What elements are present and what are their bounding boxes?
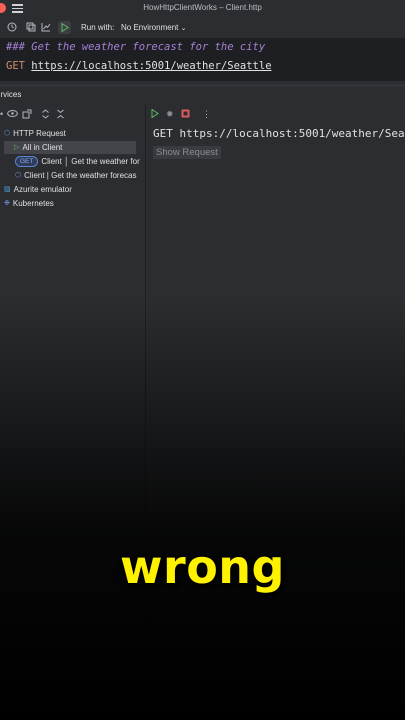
tree-item-label: All in Client [22, 143, 63, 152]
environment-select[interactable]: No Environment ⌄ [121, 23, 186, 32]
copy-icon[interactable] [25, 22, 36, 33]
get-method-badge: GET [15, 156, 39, 168]
run-with-label: Run with: [81, 23, 115, 32]
more-options-icon[interactable]: ⋮ [202, 109, 211, 119]
show-request-button[interactable]: Show Request [153, 146, 221, 159]
azure-icon: ▨ [4, 186, 11, 194]
tree-item-get-weather[interactable]: GET Client │ Get the weather for [15, 155, 140, 168]
editor-toolbar: Run with: No Environment ⌄ [0, 18, 405, 39]
code-request-line: GET https://localhost:5001/weather/Seatt… [6, 60, 272, 72]
response-request-line: GET https://localhost:5001/weather/Seatt… [153, 127, 405, 140]
play-icon [61, 23, 69, 32]
http-request-icon: ⬡ [4, 130, 11, 138]
eye-icon[interactable] [7, 109, 18, 120]
video-caption: wrong [120, 540, 285, 594]
tree-item-all-in-client[interactable]: ▷ All in Client [4, 141, 136, 154]
play-icon: ▷ [14, 144, 20, 152]
chevron-down-icon: ⌄ [180, 25, 187, 32]
history-icon[interactable] [6, 22, 17, 33]
tree-item-label: Azurite emulator [13, 185, 72, 194]
tree-item-label: Client │ Get the weather for [41, 157, 140, 166]
tree-item-label: Kubernetes [12, 199, 54, 208]
code-comment-line: ### Get the weather forecast for the cit… [6, 41, 266, 53]
title-bar: HowHttpClientWorks – Client.http [0, 0, 405, 18]
request-icon: ⬡ [15, 172, 22, 180]
environment-value: No Environment [121, 23, 179, 32]
tree-item-kubernetes[interactable]: ❉ Kubernetes [4, 197, 54, 210]
tree-item-label: HTTP Request [13, 129, 66, 138]
video-overlay-gradient [0, 300, 405, 720]
expand-all-icon[interactable] [41, 109, 50, 121]
tree-item-get-weather-forecast[interactable]: ⬡ Client | Get the weather forecas [15, 169, 136, 182]
tree-item-label: Client | Get the weather forecas [24, 171, 137, 180]
debug-icon[interactable]: ✹ [166, 109, 174, 119]
stop-icon[interactable] [181, 109, 190, 120]
run-all-button[interactable] [58, 21, 71, 34]
http-editor[interactable]: ### Get the weather forecast for the cit… [0, 38, 405, 81]
chart-icon[interactable] [40, 22, 51, 33]
tree-item-azurite[interactable]: ▨ Azurite emulator [4, 183, 72, 196]
run-icon[interactable] [151, 108, 159, 120]
collapse-all-icon[interactable] [56, 109, 65, 121]
services-title: ervices [0, 90, 22, 99]
request-url[interactable]: https://localhost:5001/weather/Seattle [31, 60, 271, 72]
new-tab-icon[interactable] [22, 109, 32, 121]
http-method: GET [6, 60, 25, 72]
window-title: HowHttpClientWorks – Client.http [143, 3, 262, 12]
dot-icon[interactable]: • [0, 109, 3, 119]
kubernetes-icon: ❉ [4, 200, 10, 208]
services-header: ervices [0, 85, 405, 104]
tree-item-http-request[interactable]: ⬡ HTTP Request [4, 127, 66, 140]
